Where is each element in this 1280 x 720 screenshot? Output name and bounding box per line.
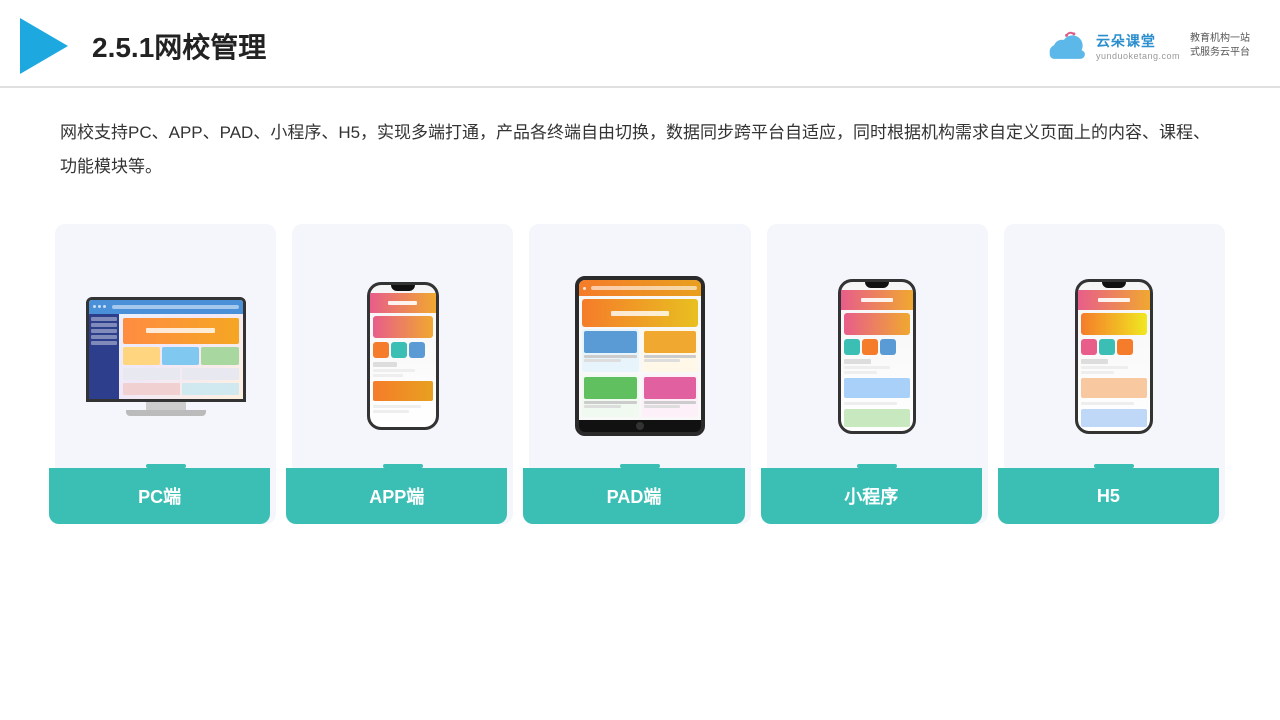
- cloud-icon: [1046, 29, 1090, 63]
- card-app-label-text: APP端: [369, 483, 424, 509]
- brand-slogan: 教育机构一站 式服务云平台: [1190, 32, 1250, 60]
- card-h5-topbar-decoration: [1094, 464, 1134, 468]
- header-left: 2.5.1网校管理: [20, 18, 266, 74]
- card-pc-label-text: PC端: [138, 483, 181, 509]
- pad-image-area: [541, 244, 738, 468]
- pc-mockup: [86, 297, 246, 416]
- tablet-mockup: [575, 276, 705, 436]
- header-right: 云朵课堂 yunduoketang.com 教育机构一站 式服务云平台: [1046, 29, 1250, 63]
- logo-triangle-icon: [20, 18, 68, 74]
- page-title: 2.5.1网校管理: [92, 26, 266, 66]
- card-app-topbar-decoration: [383, 464, 423, 468]
- card-pad-topbar-decoration: [620, 464, 660, 468]
- card-pad-label: PAD端: [523, 468, 744, 524]
- monitor: [86, 297, 246, 402]
- card-mini-label-text: 小程序: [844, 483, 898, 509]
- pc-image-area: [67, 244, 264, 468]
- card-pc: PC端: [55, 224, 276, 524]
- card-app-label: APP端: [286, 468, 507, 524]
- mini-image-area: [779, 244, 976, 468]
- card-mini: 小程序: [767, 224, 988, 524]
- card-h5-label-text: H5: [1097, 486, 1120, 507]
- card-pc-label: PC端: [49, 468, 270, 524]
- card-mini-label: 小程序: [761, 468, 982, 524]
- brand-logo: 云朵课堂 yunduoketang.com 教育机构一站 式服务云平台: [1046, 29, 1250, 63]
- card-pad: PAD端: [529, 224, 750, 524]
- h5-image-area: [1016, 244, 1213, 468]
- card-pad-label-text: PAD端: [607, 483, 662, 509]
- card-h5: H5: [1004, 224, 1225, 524]
- phone-mockup-h5: [1075, 279, 1153, 434]
- cards-container: PC端: [0, 194, 1280, 524]
- card-mini-topbar-decoration: [857, 464, 897, 468]
- brand-text-block: 云朵课堂 yunduoketang.com: [1096, 31, 1180, 61]
- phone-mockup-mini: [838, 279, 916, 434]
- card-h5-label: H5: [998, 468, 1219, 524]
- brand-url: yunduoketang.com: [1096, 51, 1180, 61]
- header: 2.5.1网校管理 云朵课堂 yunduoketang.com 教育机构一站 式…: [0, 0, 1280, 88]
- brand-name: 云朵课堂: [1096, 31, 1156, 51]
- description-text: 网校支持PC、APP、PAD、小程序、H5，实现多端打通，产品各终端自由切换，数…: [0, 88, 1280, 184]
- card-app: APP端: [292, 224, 513, 524]
- card-pc-topbar-decoration: [146, 464, 186, 468]
- app-image-area: [304, 244, 501, 468]
- phone-mockup-app: [367, 282, 439, 430]
